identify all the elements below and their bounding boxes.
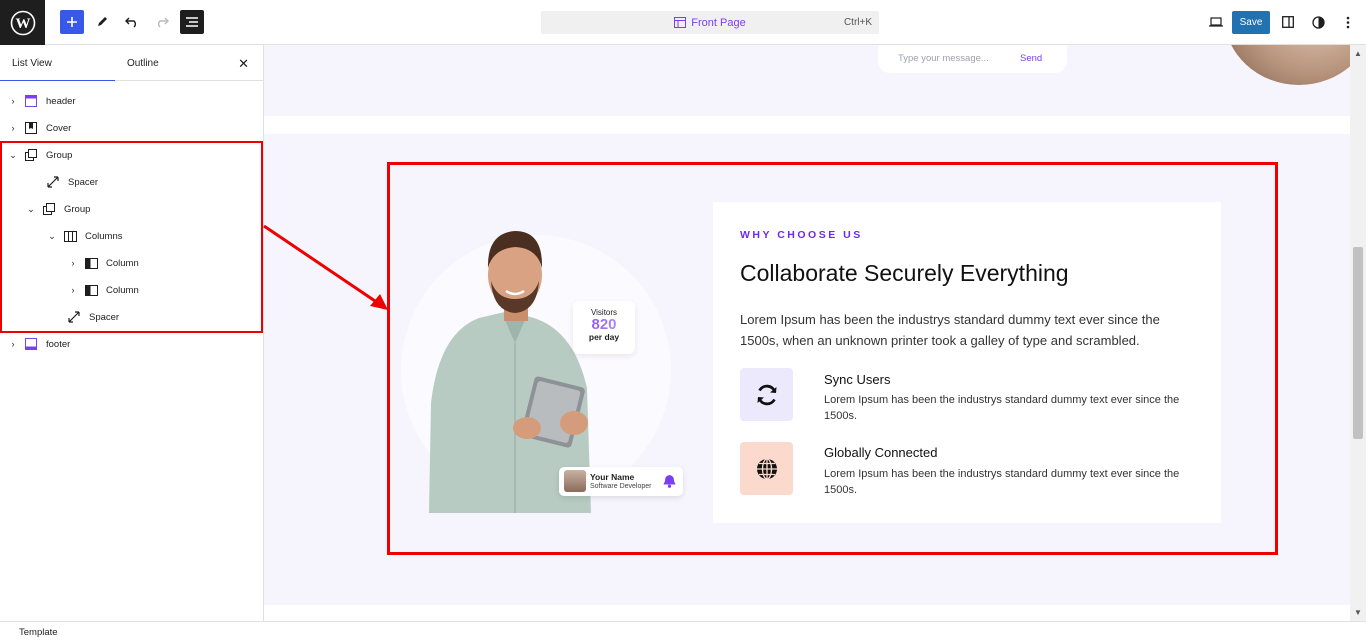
section-eyebrow: WHY CHOOSE US — [740, 229, 863, 241]
list-item-group[interactable]: ⌄ Group — [26, 199, 90, 219]
spacer-icon — [67, 310, 81, 324]
send-button[interactable]: Send — [1020, 53, 1042, 64]
group-icon — [42, 202, 56, 216]
settings-sidebar-icon[interactable] — [1276, 10, 1300, 34]
feature-title: Globally Connected — [824, 445, 938, 460]
profile-name: Your Name — [590, 472, 635, 482]
editor-toolbar: W Front Page Ctrl+K Save — [0, 0, 1366, 45]
list-item-header[interactable]: › header — [8, 91, 76, 111]
tab-list-view[interactable]: List View — [0, 45, 115, 81]
preview-device-icon[interactable] — [1204, 10, 1228, 34]
columns-icon — [63, 229, 77, 243]
template-part-icon — [24, 94, 38, 108]
command-palette-bar[interactable]: Front Page Ctrl+K — [541, 11, 879, 34]
breadcrumb[interactable]: Template — [19, 627, 58, 638]
close-icon[interactable]: ✕ — [238, 56, 249, 72]
chevron-down-icon[interactable]: ⌄ — [47, 231, 57, 242]
list-item-cover[interactable]: › Cover — [8, 118, 71, 138]
chevron-right-icon[interactable]: › — [8, 96, 18, 106]
list-item-footer[interactable]: › footer — [8, 334, 70, 354]
cover-icon — [24, 121, 38, 135]
globe-icon — [740, 442, 793, 495]
list-item-label: Column — [106, 257, 139, 269]
chevron-right-icon[interactable]: › — [68, 285, 78, 295]
editor-footer: Template — [0, 621, 1366, 641]
contact-section: Type your message... Send — [264, 45, 1350, 116]
list-item-label: Group — [46, 149, 73, 161]
visitors-count: 820 — [573, 317, 635, 332]
chevron-down-icon[interactable]: ⌄ — [8, 150, 18, 161]
list-item-label: Column — [106, 284, 139, 296]
section-paragraph: Lorem Ipsum has been the industrys stand… — [740, 312, 1160, 348]
redo-icon[interactable] — [150, 10, 174, 34]
list-item-label: footer — [46, 338, 71, 350]
avatar — [564, 470, 586, 492]
why-choose-us-card: WHY CHOOSE US Collaborate Securely Every… — [713, 202, 1221, 523]
canvas-scrollbar[interactable]: ▲ ▼ — [1350, 45, 1366, 621]
template-part-icon — [24, 337, 38, 351]
feature-title: Sync Users — [824, 372, 891, 387]
contact-photo — [1224, 45, 1350, 85]
tab-outline[interactable]: Outline — [127, 45, 159, 81]
add-block-button[interactable] — [60, 10, 84, 34]
feature-text: Lorem Ipsum has been the industrys stand… — [824, 394, 1180, 422]
profile-card: Your Name Software Developer — [559, 467, 683, 496]
message-box: Type your message... Send — [878, 45, 1067, 73]
list-item-label: Spacer — [89, 311, 120, 323]
list-item-label: Cover — [46, 122, 72, 134]
list-item-spacer[interactable]: Spacer — [30, 172, 98, 192]
list-item-spacer[interactable]: Spacer — [51, 307, 119, 327]
styles-contrast-icon[interactable] — [1306, 10, 1330, 34]
list-item-column[interactable]: › Column — [68, 253, 139, 273]
page-layout-icon — [674, 17, 687, 28]
bell-icon — [663, 475, 676, 488]
document-overview-icon[interactable] — [180, 10, 204, 34]
chevron-right-icon[interactable]: › — [68, 258, 78, 268]
scroll-up-icon[interactable]: ▲ — [1354, 49, 1362, 58]
highlight-box-sidebar — [0, 141, 263, 333]
message-input[interactable]: Type your message... — [898, 53, 989, 64]
svg-text:W: W — [15, 16, 30, 32]
save-button[interactable]: Save — [1232, 11, 1270, 34]
column-icon — [84, 256, 98, 270]
shortcut-hint: Ctrl+K — [843, 17, 872, 28]
profile-role: Software Developer — [590, 483, 652, 490]
more-options-icon[interactable] — [1336, 10, 1360, 34]
scroll-down-icon[interactable]: ▼ — [1354, 608, 1362, 617]
list-item-columns[interactable]: ⌄ Columns — [47, 226, 123, 246]
chevron-right-icon[interactable]: › — [8, 339, 18, 349]
list-item-label: header — [46, 95, 76, 107]
undo-icon[interactable] — [120, 10, 144, 34]
visitors-per-day: per day — [588, 332, 620, 342]
spacer-icon — [46, 175, 60, 189]
group-icon — [24, 148, 38, 162]
feature-text: Lorem Ipsum has been the industrys stand… — [824, 468, 1180, 496]
visitors-card: Visitors 820 per day — [573, 301, 635, 354]
list-item-group[interactable]: ⌄ Group — [8, 145, 72, 165]
wordpress-logo-icon[interactable]: W — [0, 0, 45, 45]
sidebar-tabs: List View Outline ✕ — [0, 45, 263, 81]
chevron-down-icon[interactable]: ⌄ — [26, 204, 36, 215]
chevron-right-icon[interactable]: › — [8, 123, 18, 133]
tools-pencil-icon[interactable] — [90, 10, 114, 34]
document-title: Front Page — [691, 16, 746, 29]
list-view-sidebar: List View Outline ✕ › header › Cover ⌄ G… — [0, 45, 264, 621]
column-icon — [84, 283, 98, 297]
sync-icon — [740, 368, 793, 421]
list-item-label: Spacer — [68, 176, 99, 188]
list-item-label: Columns — [85, 230, 123, 242]
list-item-column[interactable]: › Column — [68, 280, 139, 300]
section-heading: Collaborate Securely Everything — [740, 260, 1069, 286]
list-item-label: Group — [64, 203, 91, 215]
scrollbar-thumb[interactable] — [1353, 247, 1363, 439]
editor-canvas[interactable]: Type your message... Send Visitors 820 p… — [264, 45, 1350, 621]
